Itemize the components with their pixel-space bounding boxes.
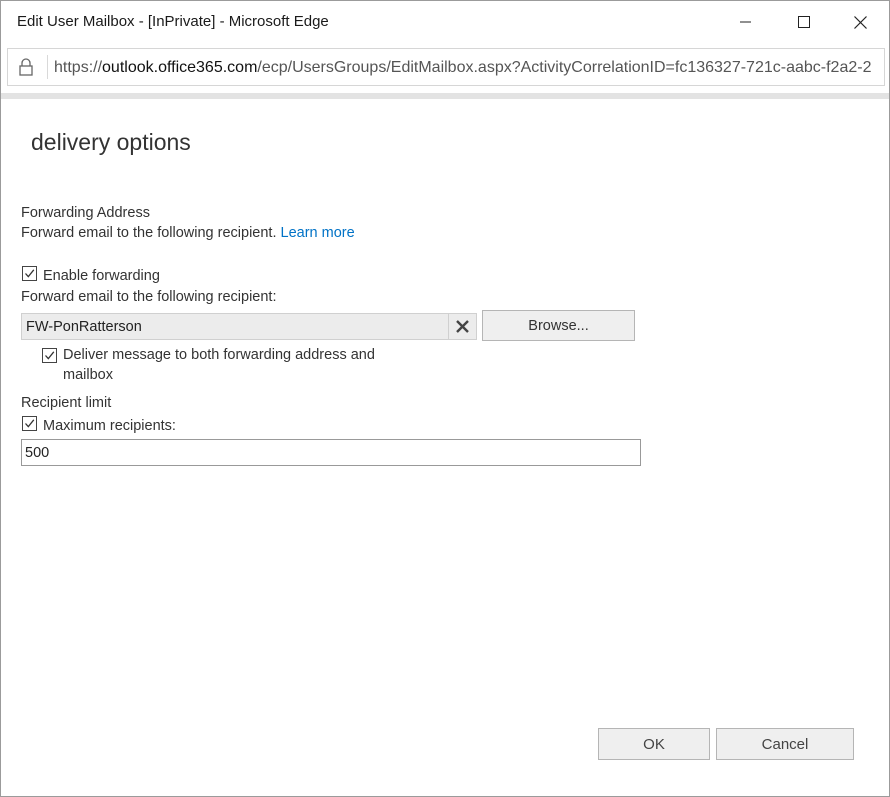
recipient-field[interactable]: FW-PonRatterson bbox=[21, 313, 477, 340]
close-icon bbox=[853, 15, 867, 29]
clear-recipient-button[interactable] bbox=[448, 314, 476, 339]
close-button[interactable] bbox=[831, 1, 889, 43]
checkmark-icon bbox=[25, 419, 35, 428]
url-path: /ecp/UsersGroups/EditMailbox.aspx?Activi… bbox=[257, 59, 872, 76]
minimize-button[interactable] bbox=[717, 1, 775, 43]
maximum-recipients-checkbox[interactable] bbox=[22, 416, 37, 431]
maximum-recipients-label: Maximum recipients: bbox=[43, 418, 176, 434]
maximize-button[interactable] bbox=[775, 1, 833, 43]
address-separator bbox=[47, 55, 48, 79]
deliver-both-label-line1: Deliver message to both forwarding addre… bbox=[63, 347, 375, 363]
lock-icon bbox=[19, 58, 33, 76]
clear-icon bbox=[456, 320, 469, 333]
checkmark-icon bbox=[25, 269, 35, 278]
recipient-label: Forward email to the following recipient… bbox=[21, 289, 277, 305]
forwarding-description: Forward email to the following recipient… bbox=[21, 225, 355, 241]
address-bar[interactable]: https://outlook.office365.com/ecp/UsersG… bbox=[7, 48, 885, 86]
cancel-button[interactable]: Cancel bbox=[716, 728, 854, 760]
deliver-both-label-line2: mailbox bbox=[63, 367, 113, 383]
maximum-recipients-input[interactable] bbox=[21, 439, 641, 466]
url-prefix: https:// bbox=[54, 59, 103, 76]
window-title: Edit User Mailbox - [InPrivate] - Micros… bbox=[17, 13, 329, 30]
url-domain: outlook.office365.com bbox=[102, 59, 258, 76]
recipient-value: FW-PonRatterson bbox=[26, 319, 142, 335]
url-text[interactable]: https://outlook.office365.com/ecp/UsersG… bbox=[54, 59, 884, 77]
deliver-both-checkbox[interactable] bbox=[42, 348, 57, 363]
forwarding-description-text: Forward email to the following recipient… bbox=[21, 225, 277, 241]
enable-forwarding-label: Enable forwarding bbox=[43, 268, 160, 284]
learn-more-link[interactable]: Learn more bbox=[281, 225, 355, 241]
forwarding-section-title: Forwarding Address bbox=[21, 205, 150, 221]
browse-button[interactable]: Browse... bbox=[482, 310, 635, 341]
title-bar[interactable]: Edit User Mailbox - [InPrivate] - Micros… bbox=[1, 1, 889, 43]
dialog-content: delivery options Forwarding Address Forw… bbox=[1, 99, 889, 796]
recipient-limit-title: Recipient limit bbox=[21, 395, 112, 411]
minimize-icon bbox=[740, 21, 751, 23]
enable-forwarding-checkbox[interactable] bbox=[22, 266, 37, 281]
page-heading: delivery options bbox=[31, 129, 191, 155]
checkmark-icon bbox=[45, 351, 55, 360]
browser-window: Edit User Mailbox - [InPrivate] - Micros… bbox=[0, 0, 890, 797]
ok-button[interactable]: OK bbox=[598, 728, 710, 760]
maximize-icon bbox=[798, 16, 810, 28]
